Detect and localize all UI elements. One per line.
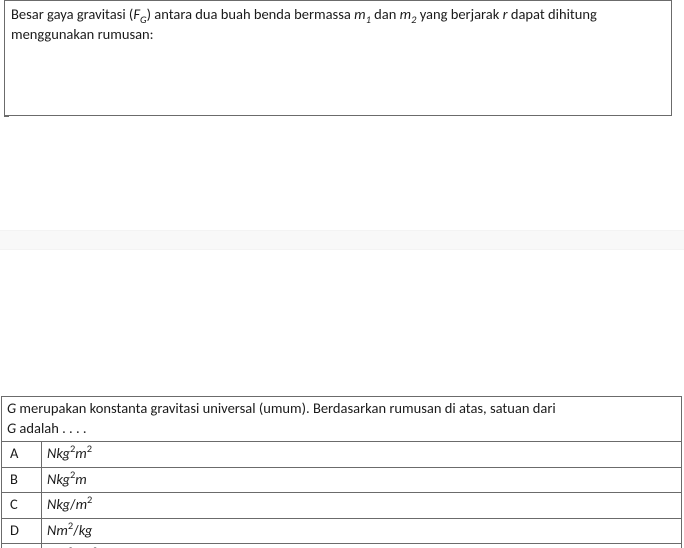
page: Besar gaya gravitasi (FG) antara dua bua… (0, 0, 684, 548)
option-letter: D (2, 518, 42, 544)
option-value: Nkg/m2 (42, 493, 682, 519)
option-value: Nm2/kg2 (42, 544, 682, 548)
question-text: Besar gaya gravitasi (FG) antara dua bua… (11, 5, 597, 43)
unit-part: m (75, 444, 86, 462)
option-value: Nm2/kg (42, 518, 682, 544)
symbol-fg: FG (133, 5, 146, 23)
unit-part: m (56, 521, 67, 539)
unit-part: m (75, 470, 86, 488)
symbol-g: G (7, 399, 16, 417)
unit-part: kg (79, 521, 93, 539)
option-row: E Nm2/kg2 (2, 544, 682, 548)
question-text-part: Besar gaya gravitasi ( (11, 5, 133, 23)
option-unit: Nm2/kg (47, 521, 92, 539)
unit-part: N (47, 521, 56, 539)
unit-sup: 2 (87, 442, 92, 455)
symbol-g: G (7, 419, 16, 437)
answer-stem-text: merupakan konstanta gravitasi universal … (16, 399, 556, 417)
option-row: C Nkg/m2 (2, 493, 682, 519)
option-value: Nkg2m (42, 467, 682, 493)
option-row: B Nkg2m (2, 467, 682, 493)
symbol-m1: m1 (354, 5, 371, 23)
unit-part: m (76, 495, 87, 513)
answer-table: G merupakan konstanta gravitasi universa… (1, 396, 682, 548)
option-unit: Nkg2m (47, 470, 87, 488)
answer-stem-text: adalah . . . . (16, 419, 86, 437)
question-text-part: dan (371, 5, 400, 23)
option-unit: Nkg2m2 (47, 444, 92, 462)
unit-part: kg (56, 495, 70, 513)
symbol-m2-base: m (400, 5, 411, 23)
option-row: D Nm2/kg (2, 518, 682, 544)
page-separator (0, 230, 684, 250)
answer-stem-row: G merupakan konstanta gravitasi universa… (2, 397, 682, 442)
unit-sup: 2 (87, 493, 92, 506)
unit-part: N (47, 495, 56, 513)
option-letter: E (2, 544, 42, 548)
option-letter: B (2, 467, 42, 493)
symbol-m2: m2 (400, 5, 417, 23)
answer-stem-cell: G merupakan konstanta gravitasi universa… (2, 397, 682, 442)
question-text-part: yang berjarak (416, 5, 502, 23)
table-edge-stub (4, 116, 9, 117)
symbol-m1-base: m (354, 5, 365, 23)
option-unit: Nkg/m2 (47, 495, 92, 513)
unit-part: kg (56, 444, 70, 462)
unit-part: N (47, 470, 56, 488)
unit-part: kg (56, 470, 70, 488)
unit-sup: 2 (92, 545, 97, 548)
unit-part: N (47, 444, 56, 462)
option-letter: A (2, 442, 42, 468)
option-letter: C (2, 493, 42, 519)
question-box: Besar gaya gravitasi (FG) antara dua bua… (4, 0, 672, 116)
option-value: Nkg2m2 (42, 442, 682, 468)
symbol-fg-base: F (133, 5, 140, 23)
question-text-part: ) antara dua buah benda bermassa (147, 5, 355, 23)
option-row: A Nkg2m2 (2, 442, 682, 468)
